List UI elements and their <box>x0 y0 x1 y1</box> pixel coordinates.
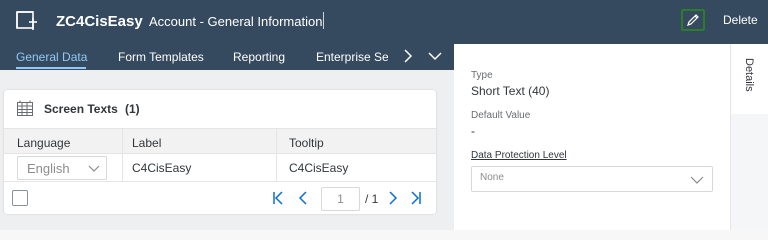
type-label: Type <box>471 70 493 81</box>
tab-general-data[interactable]: General Data <box>16 50 87 64</box>
side-tab-strip: Details <box>730 44 768 230</box>
details-panel: Type Short Text (40) Default Value - Dat… <box>454 44 730 230</box>
select-all-checkbox[interactable] <box>12 190 28 206</box>
data-protection-label: Data Protection Level <box>471 150 567 161</box>
chevron-down-icon[interactable] <box>426 48 444 64</box>
next-page-icon[interactable] <box>383 188 401 208</box>
default-value: - <box>471 124 475 138</box>
column-divider <box>276 154 277 182</box>
details-side-tab-label: Details <box>743 58 755 92</box>
column-divider <box>122 154 123 182</box>
column-header-tooltip[interactable]: Tooltip <box>289 136 324 150</box>
header-separator <box>323 12 324 29</box>
tooltip-cell[interactable]: C4CisEasy <box>289 161 348 175</box>
language-select[interactable]: English <box>17 156 107 180</box>
details-side-tab[interactable]: Details <box>731 44 768 114</box>
tab-enterprise-search-label: Enterprise Se <box>316 50 388 64</box>
language-value: English <box>27 161 70 176</box>
previous-page-icon[interactable] <box>295 188 313 208</box>
object-title: Account - General Information <box>149 14 323 29</box>
column-header-language[interactable]: Language <box>17 136 70 150</box>
pencil-icon <box>687 14 699 26</box>
tab-reporting[interactable]: Reporting <box>233 50 285 64</box>
tab-form-templates[interactable]: Form Templates <box>118 50 204 64</box>
tab-enterprise-search[interactable]: Enterprise Se <box>316 44 388 70</box>
screen-texts-card: Screen Texts (1) Language Label Tooltip … <box>4 90 436 214</box>
tab-bar: General Data Form Templates Reporting En… <box>0 44 454 70</box>
data-protection-value: None <box>480 172 504 183</box>
table-header: Language Label Tooltip <box>4 128 436 155</box>
card-title: Screen Texts <box>44 102 118 116</box>
column-divider <box>276 129 277 155</box>
column-header-label[interactable]: Label <box>132 136 161 150</box>
chevron-down-icon <box>88 165 100 172</box>
table-icon <box>17 100 33 116</box>
chevron-down-icon <box>690 176 704 184</box>
data-protection-select[interactable]: None <box>471 166 713 192</box>
object-id: ZC4CisEasy <box>56 13 143 30</box>
table-row[interactable]: English C4CisEasy C4CisEasy <box>4 154 436 182</box>
object-header: ZC4CisEasy Account - General Information… <box>0 0 768 44</box>
main-content: Screen Texts (1) Language Label Tooltip … <box>0 70 454 230</box>
type-value: Short Text (40) <box>471 84 550 98</box>
active-tab-indicator <box>16 67 86 69</box>
chevron-right-icon[interactable] <box>400 46 416 66</box>
column-divider <box>122 129 123 155</box>
last-page-icon[interactable] <box>407 188 425 208</box>
label-cell[interactable]: C4CisEasy <box>132 161 191 175</box>
page-number-input[interactable]: 1 <box>321 187 360 211</box>
edit-button[interactable] <box>681 9 705 31</box>
default-value-label: Default Value <box>471 110 531 121</box>
card-count: (1) <box>125 102 140 116</box>
new-object-icon <box>16 11 37 30</box>
first-page-icon[interactable] <box>269 188 287 208</box>
delete-button[interactable]: Delete <box>723 13 758 27</box>
page-total: / 1 <box>365 192 379 206</box>
